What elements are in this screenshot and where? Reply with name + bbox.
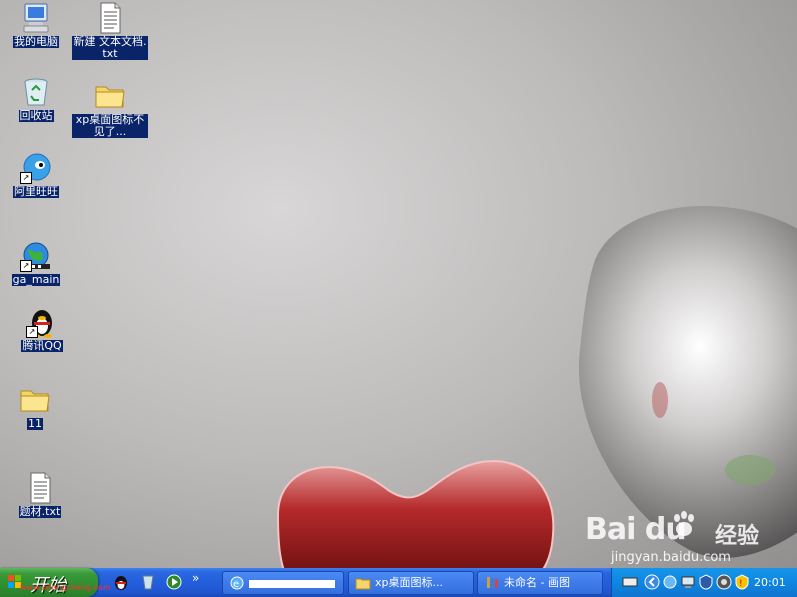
desktop-icon-label: xp桌面图标不见了... xyxy=(72,114,148,138)
desktop-icon-recycle-bin[interactable]: 回收站 xyxy=(0,76,74,122)
desktop-icon-ga-main[interactable]: ↗ ga_main xyxy=(0,240,74,286)
system-tray: ! 20:01 xyxy=(611,568,797,597)
folder-icon xyxy=(19,384,51,416)
qq-penguin-icon: ↗ xyxy=(26,306,58,338)
shortcut-arrow-icon: ↗ xyxy=(20,260,32,272)
qq-quicklaunch-icon[interactable] xyxy=(112,573,130,591)
aliwangwang-icon: ↗ xyxy=(20,152,52,184)
text-file-icon xyxy=(24,472,56,504)
desktop-icon-my-computer[interactable]: 我的电脑 xyxy=(0,2,74,48)
keyboard-icon[interactable] xyxy=(622,574,638,590)
clock[interactable]: 20:01 xyxy=(754,576,786,589)
desktop-icon-label: 回收站 xyxy=(18,109,54,122)
taskbar-button-folder[interactable]: xp桌面图标... xyxy=(348,571,474,595)
taskbar: 开始 www.xitongcheng.com » e xp桌面图标... 未命名… xyxy=(0,568,797,597)
watermark-text: 经验 xyxy=(715,524,760,549)
shortcut-arrow-icon: ↗ xyxy=(26,326,38,338)
desktop-icon-folder-xp[interactable]: xp桌面图标不见了... xyxy=(72,80,148,138)
shortcut-arrow-icon: ↗ xyxy=(20,172,32,184)
desktop-icon-folder-11[interactable]: 11 xyxy=(0,384,73,430)
media-quicklaunch-icon[interactable] xyxy=(165,573,183,591)
desktop-icon-label: 题材.txt xyxy=(18,505,62,518)
desktop-icon-label: 我的电脑 xyxy=(13,35,59,48)
antivirus-icon[interactable] xyxy=(716,574,732,590)
start-overlay-text: www.xitongcheng.com xyxy=(20,583,111,592)
task-label: 未命名 - 画图 xyxy=(504,576,570,589)
security-icon[interactable] xyxy=(698,574,714,590)
network-icon[interactable] xyxy=(662,574,678,590)
folder-icon xyxy=(355,578,371,590)
baidu-jingyan-watermark: Bai du 经验 jingyan.baidu.com xyxy=(585,510,795,568)
svg-text:e: e xyxy=(233,579,239,590)
desktop[interactable]: 我的电脑 新建 文本文档.txt 回收站 xp桌面图标不见了... ↗ 阿里旺旺… xyxy=(0,0,797,568)
desktop-icon-label: ga_main xyxy=(11,273,61,286)
desktop-icon-aliwangwang[interactable]: ↗ 阿里旺旺 xyxy=(0,152,74,198)
paw-icon xyxy=(674,511,694,536)
quick-launch xyxy=(112,573,188,593)
paint-icon xyxy=(487,577,498,588)
desktop-icon-label: 11 xyxy=(27,417,43,430)
taskbar-button-paint[interactable]: 未命名 - 画图 xyxy=(477,571,603,595)
desktop-icon-text-file[interactable]: 题材.txt xyxy=(2,472,78,518)
desktop-icon-qq[interactable]: ↗ 腾讯QQ xyxy=(4,306,80,352)
recycle-bin-icon xyxy=(20,76,52,108)
recycle-quicklaunch-icon[interactable] xyxy=(139,573,157,591)
ie-icon: e xyxy=(230,576,244,590)
desktop-icon-text-document[interactable]: 新建 文本文档.txt xyxy=(72,2,148,60)
quick-launch-expand-icon[interactable]: » xyxy=(192,571,199,585)
shield-icon[interactable]: ! xyxy=(734,574,750,590)
watermark-url: jingyan.baidu.com xyxy=(611,550,731,565)
tray-collapse-icon[interactable] xyxy=(644,574,660,590)
folder-icon xyxy=(94,80,126,112)
wallpaper-heart xyxy=(276,460,555,568)
desktop-icon-label: 腾讯QQ xyxy=(21,339,63,352)
desktop-icon-label: 新建 文本文档.txt xyxy=(72,35,148,60)
svg-text:!: ! xyxy=(739,579,743,589)
task-label: xp桌面图标... xyxy=(375,576,443,589)
text-file-icon xyxy=(94,2,126,34)
taskbar-button-ie[interactable]: e xyxy=(222,571,344,595)
monitor-icon[interactable] xyxy=(680,574,696,590)
desktop-icon-label: 阿里旺旺 xyxy=(13,185,59,198)
computer-icon xyxy=(20,2,52,34)
start-button[interactable]: 开始 www.xitongcheng.com xyxy=(0,568,111,597)
globe-icon: ↗ xyxy=(20,240,52,272)
task-label-redaction xyxy=(249,580,335,588)
